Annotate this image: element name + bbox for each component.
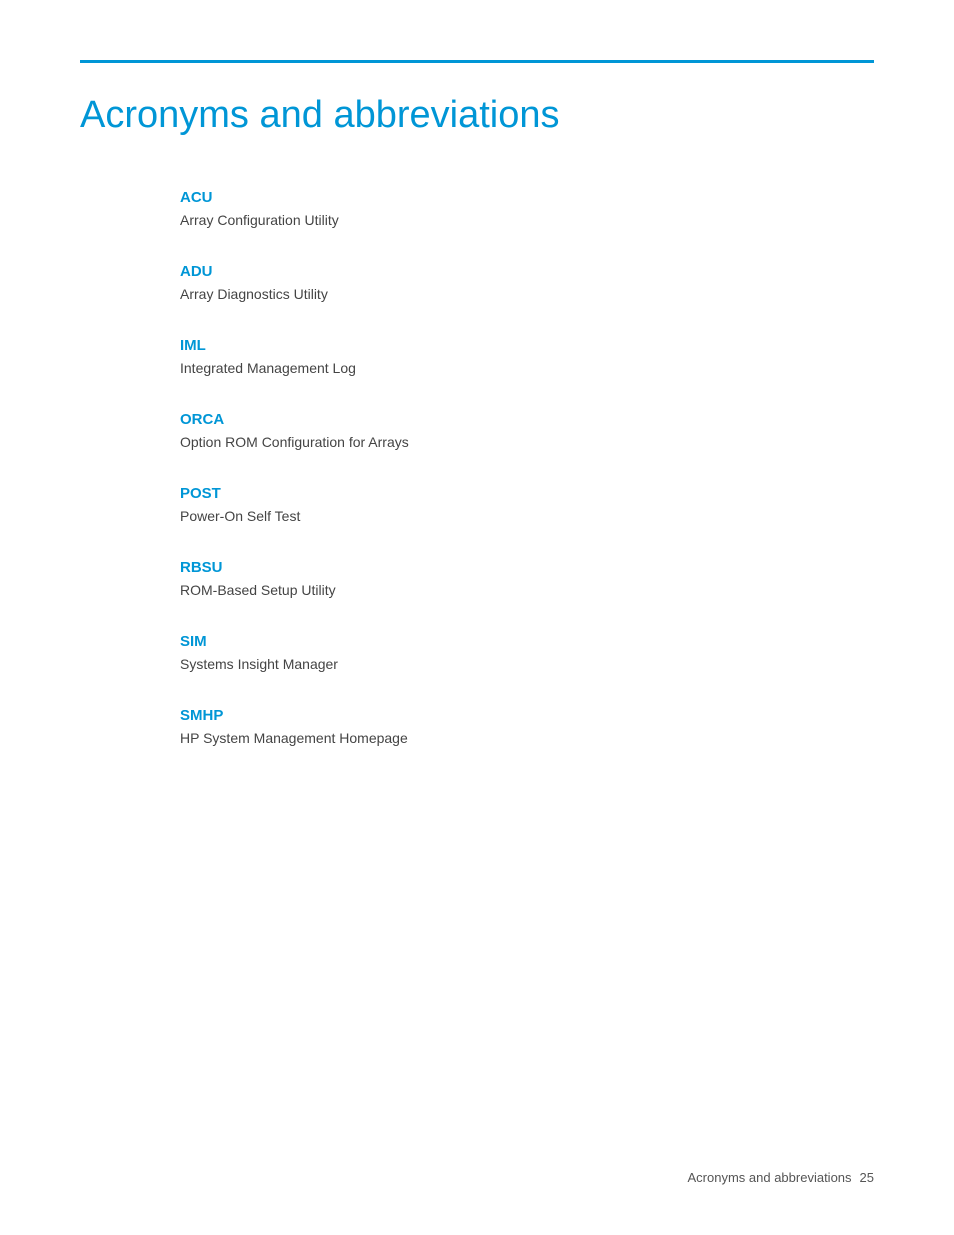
- acronym-item: IML Integrated Management Log: [180, 337, 874, 379]
- acronym-term: ORCA: [180, 411, 874, 428]
- acronym-term: POST: [180, 485, 874, 502]
- acronym-term: SIM: [180, 633, 874, 650]
- acronym-term: IML: [180, 337, 874, 354]
- acronym-item: ADU Array Diagnostics Utility: [180, 263, 874, 305]
- footer-page-number: 25: [860, 1170, 874, 1185]
- page-footer: Acronyms and abbreviations 25: [688, 1170, 875, 1185]
- acronym-term: ADU: [180, 263, 874, 280]
- top-rule: [80, 60, 874, 63]
- acronyms-list: ACU Array Configuration Utility ADU Array D…: [80, 189, 874, 749]
- acronym-definition: HP System Management Homepage: [180, 728, 874, 749]
- acronym-definition: Array Configuration Utility: [180, 210, 874, 231]
- page-container: Acronyms and abbreviations ACU Array Conf…: [0, 0, 954, 1235]
- acronym-term: SMHP: [180, 707, 874, 724]
- acronym-item: ACU Array Configuration Utility: [180, 189, 874, 231]
- acronym-definition: Option ROM Configuration for Arrays: [180, 432, 874, 453]
- acronym-definition: Systems Insight Manager: [180, 654, 874, 675]
- acronym-definition: ROM-Based Setup Utility: [180, 580, 874, 601]
- acronym-definition: Integrated Management Log: [180, 358, 874, 379]
- acronym-term: RBSU: [180, 559, 874, 576]
- acronym-term: ACU: [180, 189, 874, 206]
- acronym-definition: Array Diagnostics Utility: [180, 284, 874, 305]
- acronym-definition: Power-On Self Test: [180, 506, 874, 527]
- acronym-item: RBSU ROM-Based Setup Utility: [180, 559, 874, 601]
- acronym-item: POST Power-On Self Test: [180, 485, 874, 527]
- acronym-item: SIM Systems Insight Manager: [180, 633, 874, 675]
- page-title: Acronyms and abbreviations: [80, 93, 874, 139]
- footer-label: Acronyms and abbreviations: [688, 1170, 852, 1185]
- acronym-item: ORCA Option ROM Configuration for Arrays: [180, 411, 874, 453]
- acronym-item: SMHP HP System Management Homepage: [180, 707, 874, 749]
